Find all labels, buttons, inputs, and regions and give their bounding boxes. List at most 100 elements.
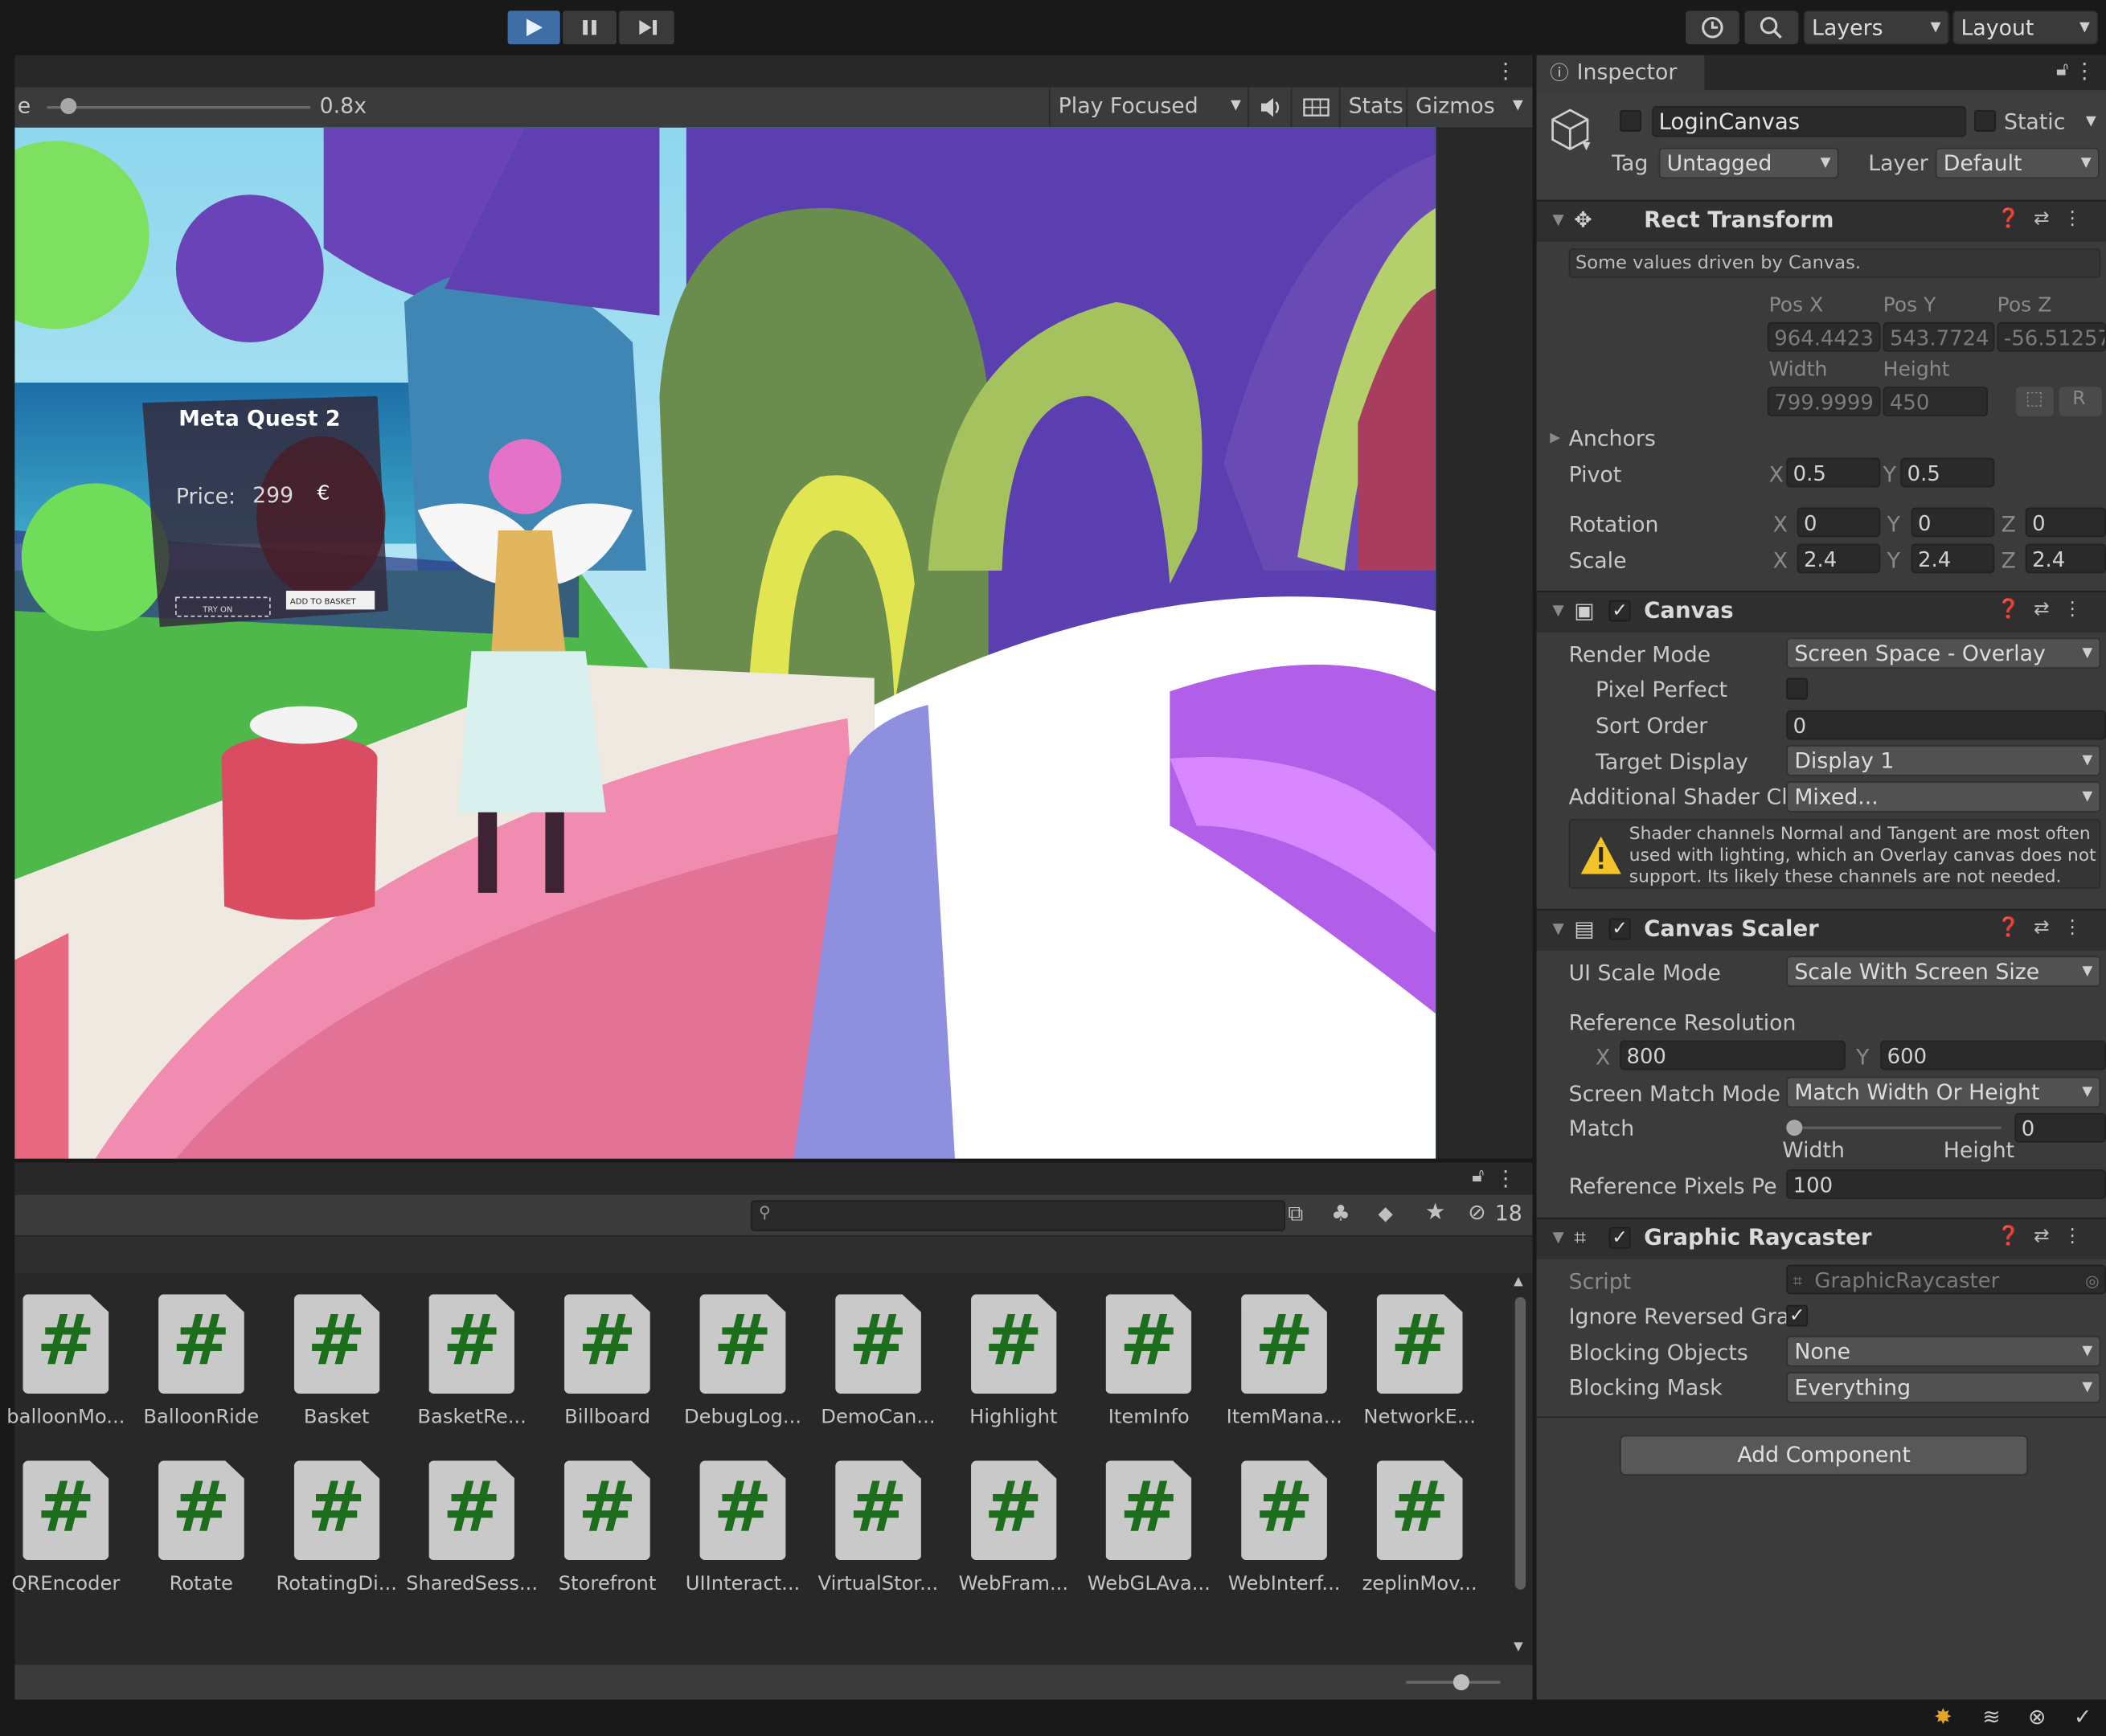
lock-icon[interactable]: 🔓︎ (1472, 1165, 1484, 1187)
pause-button[interactable] (563, 10, 617, 45)
favorite-star-icon[interactable]: ★ (1425, 1199, 1445, 1226)
scrollbar-thumb[interactable] (1514, 1296, 1526, 1590)
mute-audio-button[interactable] (1248, 87, 1292, 128)
script-asset[interactable]: # balloonMo... (0, 1294, 133, 1428)
width-field[interactable]: 799.9999 (1767, 387, 1881, 416)
reference-y-field[interactable]: 600 (1880, 1040, 2106, 1071)
component-actions[interactable]: ❓⇄⋮ (1997, 1226, 2095, 1247)
component-actions[interactable]: ❓⇄⋮ (1997, 599, 2095, 620)
script-asset[interactable]: # DebugLog... (675, 1294, 809, 1428)
icon-size-slider[interactable] (1406, 1674, 1501, 1691)
search-button[interactable] (1744, 10, 1799, 45)
search-by-type-icon[interactable]: ⧉ (1288, 1200, 1303, 1226)
anchors-label[interactable]: Anchors (1569, 426, 1656, 452)
script-asset[interactable]: # WebFram... (946, 1460, 1080, 1595)
scale-y-field[interactable]: 2.4 (1911, 543, 1995, 574)
raw-edit-button[interactable]: R (2059, 387, 2102, 416)
blocking-objects-dropdown[interactable]: None ▼ (1786, 1336, 2101, 1367)
rect-transform-header[interactable]: ▼ ✥ Rect Transform ❓⇄⋮ (1536, 199, 2106, 242)
reference-x-field[interactable]: 800 (1620, 1040, 1846, 1071)
asset-scrollbar[interactable]: ▲ ▼ (1511, 1275, 1530, 1664)
script-asset[interactable]: # QREncoder (0, 1460, 133, 1595)
match-slider[interactable] (1786, 1119, 2002, 1137)
play-button[interactable] (507, 10, 560, 45)
pos-x-field[interactable]: 964.4423 (1767, 321, 1881, 352)
layers-dropdown[interactable]: Layers ▼ (1804, 10, 1949, 45)
pivot-x-field[interactable]: 0.5 (1786, 457, 1881, 488)
active-checkbox[interactable] (1620, 109, 1641, 132)
rotation-z-field[interactable]: 0 (2025, 507, 2106, 538)
match-slider-thumb[interactable] (1786, 1120, 1803, 1136)
component-actions[interactable]: ❓⇄⋮ (1997, 208, 2095, 230)
more-options-icon[interactable]: ⋮ (2074, 58, 2096, 84)
blueprint-mode-button[interactable]: ⬚ (2016, 387, 2054, 416)
progress-check-icon[interactable]: ✓ (2074, 1704, 2092, 1730)
add-component-button[interactable]: Add Component (1620, 1435, 2029, 1476)
script-asset[interactable]: # NetworkE... (1353, 1294, 1487, 1428)
object-name-field[interactable]: LoginCanvas (1652, 105, 1967, 137)
script-asset[interactable]: # Billboard (540, 1294, 674, 1428)
more-options-icon[interactable]: ⋮ (1495, 1165, 1517, 1191)
screen-match-mode-dropdown[interactable]: Match Width Or Height ▼ (1786, 1076, 2101, 1108)
script-field[interactable]: ⌗ GraphicRaycaster ◎ (1786, 1264, 2106, 1295)
pixel-perfect-checkbox[interactable] (1786, 678, 1809, 700)
script-asset[interactable]: # SharedSess... (405, 1460, 539, 1595)
inspector-tab[interactable]: ⓘ Inspector (1536, 55, 1705, 90)
sort-order-field[interactable]: 0 (1786, 710, 2106, 740)
script-asset[interactable]: # DemoCan... (811, 1294, 945, 1428)
step-button[interactable] (619, 10, 674, 45)
rotation-y-field[interactable]: 0 (1911, 507, 1995, 538)
script-asset[interactable]: # WebGLAva... (1082, 1460, 1216, 1595)
shortcuts-button[interactable] (1290, 87, 1341, 128)
component-actions[interactable]: ❓⇄⋮ (1997, 917, 2095, 939)
pivot-y-field[interactable]: 0.5 (1900, 457, 1995, 488)
render-mode-dropdown[interactable]: Screen Space - Overlay ▼ (1786, 637, 2101, 669)
cache-server-icon[interactable]: ≋ (1982, 1704, 2000, 1730)
match-field[interactable]: 0 (2014, 1112, 2106, 1143)
ref-pixels-field[interactable]: 100 (1786, 1169, 2106, 1199)
anchors-foldout-icon[interactable]: ▶ (1550, 431, 1560, 445)
script-asset[interactable]: # BalloonRide (134, 1294, 268, 1428)
ui-scale-mode-dropdown[interactable]: Scale With Screen Size ▼ (1786, 956, 2101, 987)
more-options-icon[interactable]: ⋮ (1495, 58, 1517, 84)
pos-z-field[interactable]: -56.51257 (1997, 321, 2106, 352)
game-render[interactable]: Meta Quest 2 Price: 299 € TRY ON ADD TO … (14, 127, 1436, 1159)
scale-slider[interactable] (47, 97, 310, 117)
layer-dropdown[interactable]: Default ▼ (1935, 147, 2100, 179)
object-picker-icon[interactable]: ◎ (2085, 1266, 2100, 1292)
scale-x-field[interactable]: 2.4 (1797, 543, 1881, 574)
canvas-header[interactable]: ▼ ▣ ✓ Canvas ❓⇄⋮ (1536, 591, 2106, 633)
shader-channels-dropdown[interactable]: Mixed... ▼ (1786, 781, 2101, 813)
network-off-icon[interactable]: ⊗ (2028, 1704, 2046, 1730)
scale-z-field[interactable]: 2.4 (2025, 543, 2106, 574)
script-asset[interactable]: # RotatingDi... (269, 1460, 404, 1595)
layout-dropdown[interactable]: Layout ▼ (1952, 10, 2098, 45)
chevron-down-icon[interactable]: ▼ (1582, 140, 1590, 152)
filter-label-icon[interactable]: ⬥ (1378, 1200, 1393, 1226)
filter-type-icon[interactable]: ♣ (1331, 1200, 1350, 1226)
play-focused-dropdown[interactable]: Play Focused ▼ (1048, 87, 1249, 128)
script-asset[interactable]: # WebInterf... (1217, 1460, 1351, 1595)
script-asset[interactable]: # Storefront (540, 1460, 674, 1595)
foldout-arrow-icon[interactable]: ▼ (1553, 1229, 1564, 1247)
stats-button[interactable]: Stats (1338, 87, 1407, 128)
target-display-dropdown[interactable]: Display 1 ▼ (1786, 745, 2101, 776)
script-asset[interactable]: # UIInteract... (675, 1460, 809, 1595)
history-button[interactable] (1685, 10, 1739, 45)
canvas-enabled-checkbox[interactable]: ✓ (1608, 600, 1631, 622)
lock-icon[interactable]: 🔓︎ (2056, 59, 2068, 81)
script-asset[interactable]: # zeplinMov... (1353, 1460, 1487, 1595)
hidden-packages-icon[interactable]: ⊘ (1468, 1199, 1485, 1225)
scroll-down-icon[interactable]: ▼ (1514, 1640, 1523, 1654)
graphic-raycaster-enabled-checkbox[interactable]: ✓ (1608, 1226, 1631, 1249)
canvas-scaler-header[interactable]: ▼ ▤ ✓ Canvas Scaler ❓⇄⋮ (1536, 908, 2106, 951)
canvas-scaler-enabled-checkbox[interactable]: ✓ (1608, 918, 1631, 940)
gizmos-button[interactable]: Gizmos ▼ (1406, 87, 1534, 128)
chevron-down-icon[interactable]: ▼ (2086, 114, 2096, 129)
scale-slider-thumb[interactable] (59, 97, 76, 114)
tag-dropdown[interactable]: Untagged ▼ (1658, 147, 1839, 179)
debug-bug-icon[interactable]: ✸ (1934, 1704, 1952, 1730)
foldout-arrow-icon[interactable]: ▼ (1553, 601, 1564, 619)
script-asset[interactable]: # Basket (269, 1294, 404, 1428)
script-asset[interactable]: # Rotate (134, 1460, 268, 1595)
